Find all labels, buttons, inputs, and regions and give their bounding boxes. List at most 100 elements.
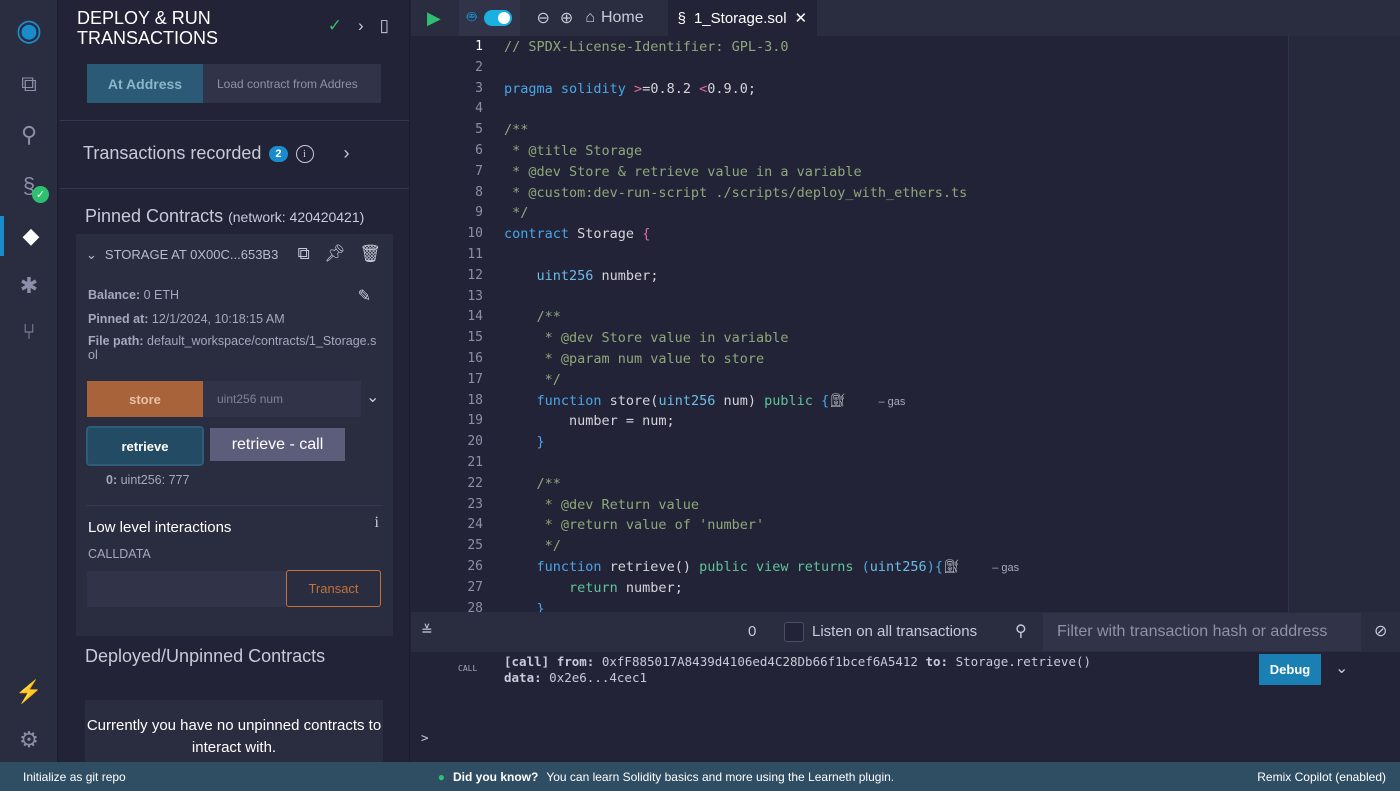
listen-checkbox[interactable] — [784, 622, 804, 642]
edit-icon[interactable]: ✎ — [358, 286, 371, 306]
listen-label: Listen on all transactions — [812, 623, 978, 640]
transact-button[interactable]: Transact — [286, 570, 381, 607]
pinned-title: Pinned Contracts — [85, 206, 224, 226]
code-token: < — [699, 80, 708, 97]
code-token: Storage — [577, 226, 643, 243]
line-number: 8 — [475, 184, 483, 200]
chevron-right-icon[interactable]: › — [358, 16, 364, 36]
gas-pump-icon: ⛽︎ — [829, 392, 855, 409]
code-token: pragma solidity — [504, 80, 635, 97]
debugger-icon[interactable]: ✱ — [0, 266, 58, 306]
close-icon[interactable]: ✕ — [795, 9, 808, 27]
collapse-terminal-icon[interactable]: ≚ — [421, 622, 433, 639]
code-line: /** — [504, 476, 561, 492]
gas-estimate: – gas — [992, 562, 1020, 574]
zoom-in-icon[interactable]: ⊕ — [560, 8, 573, 28]
copilot-status[interactable]: Remix Copilot (enabled) — [1257, 770, 1386, 784]
chevron-down-icon[interactable]: ⌄ — [366, 387, 379, 407]
code-token: number; — [601, 267, 659, 284]
deploy-run-icon[interactable]: ◆ — [0, 216, 58, 256]
file-explorer-icon[interactable]: ⧉ — [0, 64, 58, 104]
code-line: function retrieve() public view returns … — [504, 559, 1020, 575]
code-line: function store(uint256 num) public {⛽︎ –… — [504, 392, 906, 409]
settings-icon[interactable]: ⚙ — [0, 720, 58, 760]
lightbulb-icon: ● — [437, 769, 445, 784]
store-button[interactable]: store — [87, 381, 203, 417]
tab-home[interactable]: ⌂ Home — [585, 9, 643, 27]
code-token: uint256 — [869, 559, 927, 575]
contract-header[interactable]: ⌄ STORAGE AT 0X00C...653B3 — [86, 247, 278, 263]
line-number: 4 — [475, 101, 483, 117]
chevron-right-icon[interactable]: › — [344, 143, 350, 164]
tab-file[interactable]: § 1_Storage.sol ✕ — [667, 0, 818, 36]
calldata-label: CALLDATA — [88, 547, 151, 561]
tip-text: You can learn Solidity basics and more u… — [546, 769, 895, 784]
code-line: * @dev Store & retrieve value in a varia… — [504, 164, 862, 180]
search-icon[interactable]: ⚲ — [1015, 621, 1027, 641]
pinned-network: (network: 420420421) — [228, 209, 365, 225]
line-number: 7 — [475, 163, 483, 179]
code-editor[interactable]: 1 2 3 4 5 6 7 8 9 10 11 12 13 14 15 16 17 18 19 20 21 22 23 24 2… — [411, 36, 1400, 612]
line-number: 27 — [467, 579, 483, 595]
clear-icon[interactable]: ⊘ — [1374, 621, 1387, 641]
remix-logo-icon[interactable]: ◉ — [0, 10, 58, 50]
info-icon[interactable]: i — [375, 514, 379, 532]
no-unpinned-message: Currently you have no unpinned contracts… — [85, 700, 383, 762]
code-token: // SPDX-License-Identifier: GPL-3.0 — [504, 39, 789, 55]
copy-icon[interactable]: ⧉ — [298, 244, 310, 264]
divider — [86, 505, 383, 506]
store-input[interactable]: uint256 num — [203, 381, 361, 417]
trash-icon[interactable]: 🗑︎ — [359, 244, 381, 264]
code-token: { — [642, 226, 651, 243]
terminal-prompt[interactable]: > — [421, 730, 429, 745]
code-token: 0.9.0; — [707, 80, 757, 97]
code-line: uint256 number; — [504, 267, 659, 284]
log-call: [call] — [504, 654, 550, 669]
robot-icon[interactable]: 🤖︎ — [467, 7, 477, 29]
autorun-toggle[interactable] — [484, 10, 513, 26]
filter-input[interactable]: Filter with transaction hash or address — [1043, 613, 1361, 651]
line-number: 20 — [467, 434, 483, 450]
transactions-recorded[interactable]: Transactions recorded 2 i › — [83, 143, 350, 164]
code-token: num) — [723, 392, 765, 409]
line-number: 22 — [467, 475, 483, 491]
terminal-toolbar: ≚ 0 Listen on all transactions ⚲ Filter … — [411, 612, 1400, 652]
debug-button[interactable]: Debug — [1259, 654, 1321, 685]
pin-icon[interactable]: 📌︎ — [324, 244, 346, 264]
check-icon: ✓ — [327, 16, 342, 35]
minimap[interactable] — [1288, 36, 1400, 612]
at-address-button[interactable]: At Address — [87, 64, 203, 103]
code-token: * @dev Return value — [504, 496, 700, 513]
line-number: 17 — [467, 371, 483, 387]
chevron-down-icon[interactable]: ⌄ — [86, 247, 97, 263]
code-token: retrieve() — [609, 559, 700, 575]
solidity-compiler-icon[interactable]: § ✓ — [0, 166, 58, 206]
result-value: uint256: 777 — [120, 473, 190, 487]
code-token: /** — [504, 122, 529, 139]
run-icon[interactable]: ▶ — [427, 8, 441, 29]
code-token: return — [504, 579, 626, 596]
plugin-manager-icon[interactable]: ⚡ — [0, 672, 58, 712]
init-git-button[interactable]: Initialize as git repo — [23, 770, 126, 784]
code-token: number; — [625, 579, 683, 596]
zoom-out-icon[interactable]: ⊖ — [536, 8, 549, 28]
line-number: 16 — [467, 351, 483, 366]
panel-toggle-icon[interactable]: ▯ — [380, 16, 389, 36]
log-to: Storage.retrieve() — [955, 654, 1092, 669]
search-icon[interactable]: ⚲ — [0, 115, 58, 155]
code-token: */ — [504, 371, 561, 388]
git-icon[interactable]: ⑂ — [0, 312, 58, 352]
pending-count: 0 — [748, 623, 757, 640]
code-token: function — [504, 559, 610, 575]
status-bar: Initialize as git repo ● Did you know? Y… — [0, 762, 1400, 791]
balance-label: Balance: — [88, 288, 141, 302]
panel-title: DEPLOY & RUN TRANSACTIONS — [77, 8, 218, 48]
load-address-input[interactable]: Load contract from Addres — [203, 64, 381, 103]
code-line: /** — [504, 309, 561, 325]
calldata-input[interactable] — [87, 571, 287, 607]
retrieve-button[interactable]: retrieve — [86, 426, 204, 466]
log-entry[interactable]: [call] from: 0xfF885017A8439d4106ed4C28D… — [504, 654, 1091, 669]
expand-log-icon[interactable]: ⌄ — [1335, 658, 1348, 678]
info-icon[interactable]: i — [295, 144, 314, 163]
line-number: 14 — [467, 309, 483, 325]
